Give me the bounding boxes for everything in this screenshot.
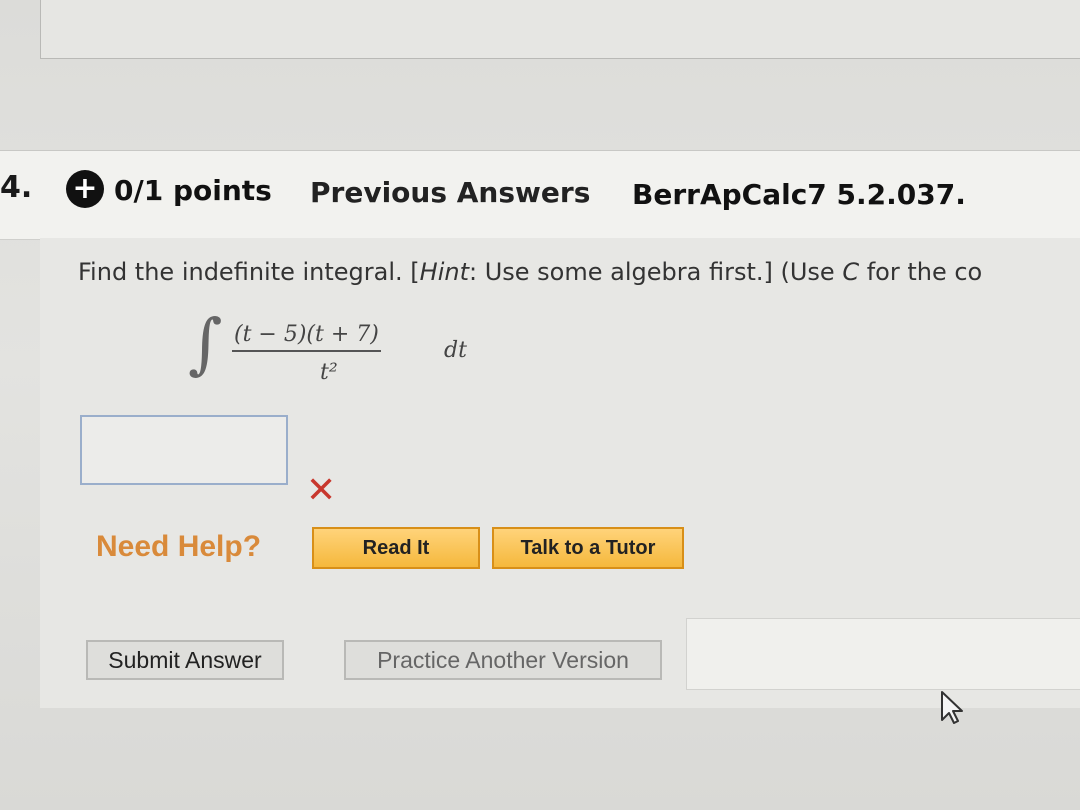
question-number: 4. — [0, 170, 33, 205]
question-points: 0/1 points — [114, 174, 272, 207]
submit-answer-button[interactable]: Submit Answer — [86, 640, 284, 680]
side-panel — [686, 618, 1080, 690]
integrand-numerator: (t − 5)(t + 7) — [232, 322, 381, 352]
talk-to-tutor-button[interactable]: Talk to a Tutor — [492, 527, 684, 569]
question-code: BerrApCalc7 5.2.037. — [632, 178, 966, 211]
previous-question-panel — [40, 0, 1080, 59]
hint-label: Hint — [419, 258, 469, 286]
prompt-end: for the co — [859, 258, 983, 286]
practice-another-version-button[interactable]: Practice Another Version — [344, 640, 662, 680]
integrand-denominator: t² — [320, 360, 338, 385]
integral-sign: ∫ — [188, 305, 223, 382]
prompt-start: Find the indefinite integral. [ — [78, 258, 420, 286]
prompt-middle: : Use some algebra first.] (Use — [469, 258, 843, 286]
expand-plus-icon[interactable]: + — [66, 170, 104, 208]
question-prompt: Find the indefinite integral. [Hint: Use… — [78, 258, 982, 286]
mouse-cursor-icon — [941, 691, 963, 724]
previous-answers-link[interactable]: Previous Answers — [310, 176, 590, 209]
read-it-button[interactable]: Read It — [312, 527, 480, 569]
screen: 4. + 0/1 points Previous Answers BerrApC… — [0, 0, 1080, 810]
wrong-x-icon: ✕ — [306, 470, 337, 511]
constant-c: C — [842, 258, 860, 286]
integral-differential: dt — [444, 338, 467, 363]
need-help-label: Need Help? — [96, 530, 262, 563]
answer-input[interactable] — [80, 415, 288, 485]
